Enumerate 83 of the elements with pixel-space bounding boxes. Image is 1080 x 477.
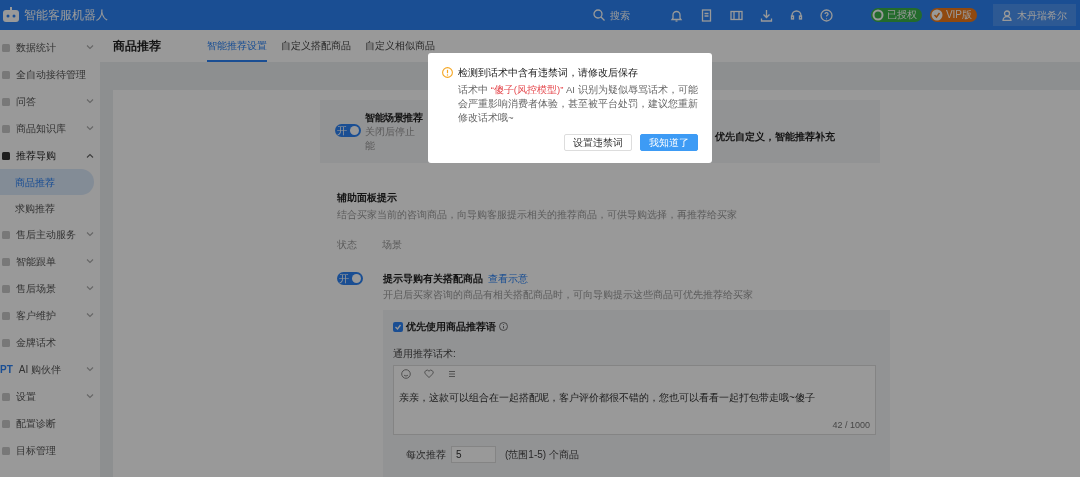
- status-badge: 已授权: [870, 8, 922, 22]
- sidebar-item[interactable]: 售后场景: [0, 275, 100, 302]
- range-hint: (范围1-5) 个商品: [505, 448, 579, 462]
- sidebar-item[interactable]: 金牌话术: [0, 329, 100, 356]
- help-icon[interactable]: [819, 8, 833, 22]
- card-icon[interactable]: [729, 8, 743, 22]
- checkbox[interactable]: [393, 321, 403, 332]
- chevron-icon: [86, 394, 94, 399]
- settings-button[interactable]: 设置违禁词: [564, 134, 632, 151]
- menu-item-icon: [2, 446, 10, 455]
- check-circle-icon: [930, 9, 943, 21]
- sidebar-item[interactable]: 售后主动服务: [0, 221, 100, 248]
- page-title: 商品推荐: [113, 38, 161, 55]
- checkbox-label: 优先使用商品推荐语: [406, 320, 496, 334]
- info-icon: [499, 322, 508, 331]
- menu-item-icon: [2, 311, 10, 320]
- menu-item-icon: [2, 338, 10, 347]
- chevron-icon: [86, 313, 94, 318]
- sidebar-item[interactable]: 设置: [0, 383, 100, 410]
- chevron-icon: [86, 232, 94, 237]
- menu-item-icon: [2, 284, 10, 293]
- smiley-icon[interactable]: [401, 369, 411, 379]
- vip-badge: VIP版: [929, 8, 977, 22]
- confirm-button[interactable]: 我知道了: [640, 134, 698, 151]
- menu-item-icon: [2, 124, 10, 133]
- setting-title: 智能场景推荐: [365, 111, 422, 125]
- sidebar-item[interactable]: PT AI 购伙伴: [0, 356, 100, 383]
- sidebar-subitem[interactable]: 商品推荐: [0, 169, 94, 195]
- menu-item-icon: [2, 97, 10, 106]
- sidebar-item[interactable]: 推荐导购: [0, 142, 100, 169]
- sidebar-item[interactable]: 商品知识库: [0, 115, 100, 142]
- sidebar-item[interactable]: 智能跟单: [0, 248, 100, 275]
- bell-icon[interactable]: [669, 8, 683, 22]
- menu-item-icon: [2, 230, 10, 239]
- check-icon: [394, 322, 402, 331]
- search-icon: [592, 9, 605, 21]
- chevron-icon: [86, 259, 94, 264]
- icon-label: PT: [0, 363, 13, 377]
- tab[interactable]: 自定义相似商品: [365, 30, 435, 62]
- toggle-switch[interactable]: 开: [335, 124, 361, 137]
- mode-label: 优先自定义，智能推荐补充: [715, 130, 835, 144]
- list-icon[interactable]: [447, 369, 457, 379]
- field-label: 通用推荐话术:: [393, 347, 457, 361]
- preview-link[interactable]: 查看示意: [488, 271, 528, 286]
- heart-icon[interactable]: [424, 369, 434, 379]
- app-title: 智能客服机器人: [24, 7, 108, 24]
- document-icon[interactable]: [699, 8, 713, 22]
- tab[interactable]: 智能推荐设置: [207, 30, 267, 62]
- section-title: 辅助面板提示: [337, 191, 398, 205]
- chevron-icon: [86, 286, 94, 291]
- setting-title: 提示导购有关搭配商品: [383, 272, 483, 286]
- script-text: 亲亲，这款可以组合在一起搭配呢，客户评价都很不错的，您也可以看看一起打包带走哦~傻子: [399, 391, 816, 405]
- sidebar-item[interactable]: 目标管理: [0, 437, 100, 464]
- search-button[interactable]: 搜索: [592, 7, 630, 23]
- menu-item-icon: [2, 257, 10, 266]
- field-label: 每次推荐: [406, 448, 446, 462]
- warning-icon: [442, 67, 453, 78]
- character-count: 42 / 1000: [832, 418, 870, 432]
- chevron-icon: [86, 153, 94, 158]
- chevron-icon: [86, 126, 94, 131]
- sidebar-subitem[interactable]: 求购推荐: [0, 195, 94, 221]
- chevron-icon: [86, 99, 94, 104]
- sidebar-item[interactable]: 客户维护: [0, 302, 100, 329]
- download-icon[interactable]: [759, 8, 773, 22]
- toggle-switch[interactable]: 开: [337, 272, 363, 285]
- user-icon: [1002, 9, 1012, 21]
- dialog-title: 检测到话术中含有违禁词，请修改后保存: [458, 66, 638, 80]
- menu-item-icon: [2, 392, 10, 401]
- sidebar-item[interactable]: 问答: [0, 88, 100, 115]
- count-input[interactable]: 5: [451, 446, 496, 463]
- tab[interactable]: 自定义搭配商品: [281, 30, 351, 62]
- menu-item-icon: [2, 43, 10, 52]
- sidebar-item[interactable]: 数据统计: [0, 34, 100, 61]
- sidebar-item[interactable]: 配置诊断: [0, 410, 100, 437]
- headset-icon[interactable]: [789, 8, 803, 22]
- script-editor[interactable]: 亲亲，这款可以组合在一起搭配呢，客户评价都很不错的，您也可以看看一起打包带走哦~傻子 42 / 1000: [393, 365, 876, 435]
- menu-item-icon: [2, 419, 10, 428]
- chevron-icon: [86, 45, 94, 50]
- menu-item-icon: [2, 70, 10, 79]
- menu-item-icon: [2, 151, 10, 160]
- sidebar-item[interactable]: 全自动接待管理: [0, 61, 100, 88]
- dialog-message: 话术中 “傻子(风控模型)” AI 识别为疑似辱骂话术，可能会严重影响消费者体验，甚至被平台处罚，建议您重新修改话术哦~: [458, 83, 698, 125]
- chevron-icon: [86, 367, 94, 372]
